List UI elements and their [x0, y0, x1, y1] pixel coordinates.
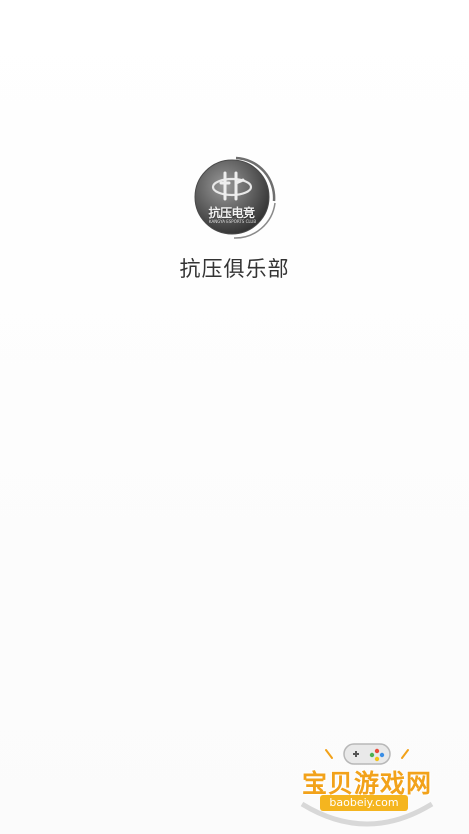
club-emblem-icon	[194, 156, 276, 239]
watermark-url: baobeiy.com	[320, 795, 408, 811]
logo-subtext: KANGYA ESPORTS CLUB	[208, 219, 257, 224]
splash-content: 抗压电竞 KANGYA ESPORTS CLUB 抗压俱乐部	[0, 155, 469, 283]
app-logo: 抗压电竞 KANGYA ESPORTS CLUB	[192, 155, 278, 241]
splash-screen: 抗压电竞 KANGYA ESPORTS CLUB 抗压俱乐部 宝贝游戏网 bao…	[0, 0, 469, 834]
app-title: 抗压俱乐部	[179, 257, 290, 281]
site-watermark: 宝贝游戏网 baobeiy.com	[292, 736, 442, 828]
